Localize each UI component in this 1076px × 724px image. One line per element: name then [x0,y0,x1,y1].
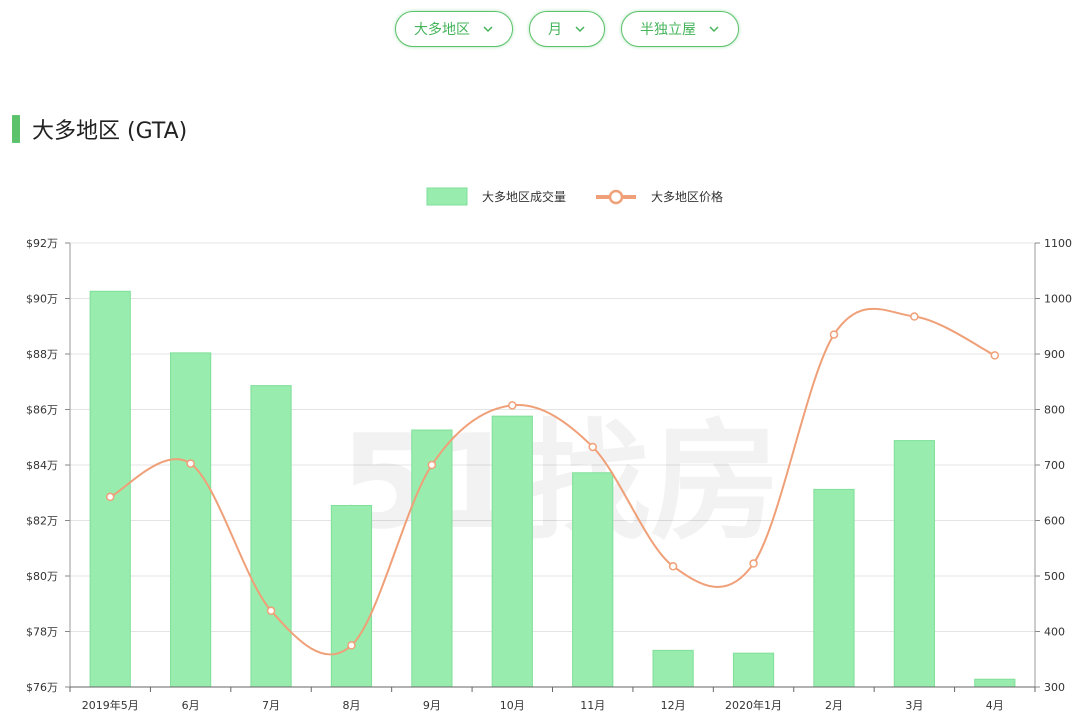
y-left-tick-label: $76万 [26,681,58,694]
section-heading: 大多地区 (GTA) [12,115,188,144]
price-point [749,559,758,568]
chevron-down-icon [709,26,719,33]
y-right-tick-label: 300 [1044,681,1065,694]
volume-bar [652,649,694,688]
y-right-tick-label: 700 [1044,459,1065,472]
y-left-tick-label: $82万 [26,515,58,528]
x-tick-label: 3月 [905,699,923,712]
legend-bar-swatch [426,187,468,206]
volume-price-chart: 51找房 $76万 300 $78万 400 $80万 500 $82万 600 $84万 700… [26,187,1072,712]
x-tick-label: 8月 [342,699,360,712]
price-point [105,492,115,502]
region-dropdown-label: 大多地区 [414,22,470,38]
legend-line-marker [608,189,624,205]
heading-accent-bar [12,115,20,143]
y-right-tick-label: 1000 [1044,293,1072,306]
price-point [668,562,678,571]
volume-bar [89,290,131,688]
y-right-tick-label: 900 [1044,348,1065,361]
x-tick-label: 2月 [825,699,843,712]
x-tick-label: 12月 [661,699,686,712]
y-left-tick-label: $92万 [26,237,58,250]
filter-bar: 大多地区 月 半独立屋 [0,11,1076,49]
y-left-tick-label: $78万 [26,626,58,639]
volume-bar [813,488,855,688]
x-tick-label: 4月 [986,699,1004,712]
price-point [508,401,517,410]
y-right-tick-label: 800 [1044,404,1065,417]
volume-bar [893,440,935,688]
legend-volume-label: 大多地区成交量 [482,189,566,204]
price-point [910,312,919,321]
x-tick-label: 10月 [500,699,525,712]
y-right-tick-label: 500 [1044,570,1065,583]
volume-bar [974,678,1016,688]
price-point [588,442,597,452]
price-point [186,459,195,468]
price-point [266,606,276,615]
property-type-dropdown[interactable]: 半独立屋 [621,11,739,47]
y-right-tick-label: 400 [1044,626,1065,639]
x-tick-label: 9月 [423,699,441,712]
volume-bar [250,385,292,688]
region-dropdown[interactable]: 大多地区 [395,11,513,47]
x-tick-label: 6月 [182,699,200,712]
period-dropdown[interactable]: 月 [529,11,605,47]
x-tick-label: 11月 [580,699,605,712]
watermark-logo: 51找房 [340,406,781,558]
chart-legend[interactable]: 大多地区成交量 大多地区价格 [426,187,723,206]
x-tick-label: 2019年5月 [82,698,139,712]
y-left-tick-label: $84万 [26,459,58,472]
period-dropdown-label: 月 [548,22,562,38]
y-left-tick-label: $90万 [26,293,58,306]
price-point [829,330,839,339]
property-type-dropdown-label: 半独立屋 [640,22,696,38]
volume-bar [330,505,373,688]
volume-bar [732,652,775,688]
volume-bar [170,352,212,688]
legend-price-label: 大多地区价格 [651,189,723,204]
chevron-down-icon [575,26,585,33]
volume-bar [572,472,614,688]
y-left-tick-label: $80万 [26,570,58,583]
y-left-tick-label: $88万 [26,348,58,361]
y-left-tick-label: $86万 [26,404,58,417]
price-point [427,460,437,470]
x-tick-label: 7月 [262,699,280,712]
x-tick-label: 2020年1月 [725,698,782,712]
section-title: 大多地区 (GTA) [32,119,188,144]
y-right-tick-label: 1100 [1044,237,1072,250]
y-right-tick-label: 600 [1044,515,1065,528]
price-point [347,641,356,650]
chevron-down-icon [483,26,493,33]
price-point [990,351,1000,360]
volume-bar [491,415,533,688]
